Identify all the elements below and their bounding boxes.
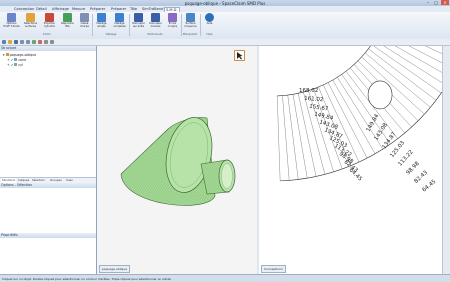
aide-button[interactable]: Aide: [201, 13, 218, 31]
assembly-icon: [5, 53, 9, 56]
menu-simtrdbend[interactable]: SimTrdBend: [142, 7, 163, 11]
options-header: Options - Sélection: [0, 183, 96, 188]
sketch-icon: [168, 13, 177, 22]
maximize-button[interactable]: □: [432, 0, 440, 5]
export-icon: [45, 13, 54, 22]
body-icon: [14, 58, 18, 61]
unfold-simple-icon: [97, 13, 106, 22]
profil-tbride-button[interactable]: Options Profil T-bride: [3, 13, 20, 31]
profil-icon: [7, 13, 16, 22]
status-text: Cliquez sur un objet. Double-cliquez pou…: [2, 276, 172, 281]
exporter-cylindre-button[interactable]: Exporter Cylindre: [41, 13, 58, 31]
cut-length-label: 168.02: [299, 88, 318, 94]
properties-header: Propriétés: [0, 233, 96, 238]
select-icon[interactable]: [32, 40, 36, 44]
mid-surface-icon: [186, 13, 195, 22]
menu-preparer-2[interactable]: Préparer: [111, 7, 126, 11]
group-moliquitant-label: Moliquitant: [182, 33, 198, 36]
move-icon[interactable]: [44, 40, 48, 44]
ribbon: Options Profil T-bride Sélections surfac…: [0, 12, 450, 40]
menu-detail[interactable]: Détail: [36, 7, 47, 11]
repoudre-button[interactable]: Repoudre Blé: [59, 13, 76, 31]
check-icon: ✔: [10, 63, 14, 67]
cut-manual-icon: [151, 13, 160, 22]
design-viewport[interactable]: [97, 46, 257, 274]
surface-moyenne-button[interactable]: Surface moyenne: [182, 13, 199, 31]
window-title: psquage-oblique - SpaceClaim SMD Plus: [184, 0, 266, 6]
branch-hole: [367, 80, 393, 110]
tree-item-cyl[interactable]: + ✔ cyl: [7, 63, 23, 67]
left-panel: Structure ▾ psquage-oblique + ✔ cone + ✔…: [0, 46, 97, 274]
redo-icon[interactable]: [26, 40, 30, 44]
deblige-complexe-button[interactable]: Déblige complexe: [111, 13, 128, 31]
cut-length-label: 161.02: [304, 96, 324, 103]
tree-item-cone[interactable]: + ✔ cone: [7, 58, 26, 62]
new-icon[interactable]: [2, 40, 6, 44]
flat-pattern-drawing: 168.02161.02155.67149.84143.08134.87125.…: [277, 0, 450, 194]
menu-conception[interactable]: Conception: [14, 7, 34, 11]
group-help-label: Help: [206, 33, 213, 36]
cut-length-label: 98.98: [405, 160, 421, 176]
cut-auto-icon: [134, 13, 143, 22]
surfaces-icon: [26, 13, 35, 22]
menu-preparer[interactable]: Préparer: [90, 7, 105, 11]
unfold-complex-icon: [115, 13, 124, 22]
menu-mesure[interactable]: Mesure: [72, 7, 85, 11]
menu-affichage[interactable]: Affichage: [52, 7, 69, 11]
selections-surfaces-button[interactable]: Sélections surfaces: [22, 13, 39, 31]
decouper-qui-evite-button[interactable]: Découper qui évite: [130, 13, 147, 31]
tool-icon[interactable]: [50, 40, 54, 44]
menu-smd[interactable]: S.M.D.: [164, 6, 180, 12]
menu-tole[interactable]: Tôle: [130, 7, 137, 11]
undo-icon[interactable]: [20, 40, 24, 44]
tab-conception1[interactable]: Conception1: [261, 265, 286, 273]
tab-psquage-oblique[interactable]: psquage-oblique: [99, 265, 131, 273]
flat-pattern-viewport[interactable]: 168.02 161.02 155.67 149.84 143.08 134.87 125.…: [259, 0, 450, 274]
vertical-scrollbar[interactable]: [442, 46, 450, 274]
casse-charpe-button[interactable]: Cassé charpe: [76, 13, 93, 31]
flat-pattern-outline: [277, 0, 450, 182]
open-icon[interactable]: [8, 40, 12, 44]
check-icon: ✔: [10, 58, 14, 62]
oblique-cone-model: [120, 117, 236, 206]
deblige-simple-button[interactable]: Déblige simple: [93, 13, 110, 31]
group-deblage-label: Déblage: [105, 33, 117, 36]
decouper-manuel-button[interactable]: Découper manuel: [147, 13, 164, 31]
close-button[interactable]: ×: [441, 0, 449, 5]
ecrire-croquis-button[interactable]: Ecrire croquis: [164, 13, 181, 31]
break-icon: [80, 13, 89, 22]
cut-length-label: 82.43: [413, 169, 429, 184]
tree-root[interactable]: ▾ psquage-oblique: [3, 53, 36, 57]
structure-header: Structure: [0, 46, 96, 51]
weld-icon: [63, 13, 72, 22]
body-icon: [14, 63, 18, 66]
cut-length-label: 64.45: [348, 167, 364, 183]
help-icon: [205, 13, 214, 22]
minimize-button[interactable]: –: [424, 0, 432, 5]
cut-length-label: 64.45: [421, 178, 437, 193]
pull-icon[interactable]: [38, 40, 42, 44]
group-multibends-label: Multi-bends: [147, 33, 163, 36]
group-smd-label: S.M.D.: [42, 33, 52, 36]
save-icon[interactable]: [14, 40, 18, 44]
quick-toolbar: [0, 39, 450, 46]
cut-length-label: 155.67: [309, 104, 329, 113]
